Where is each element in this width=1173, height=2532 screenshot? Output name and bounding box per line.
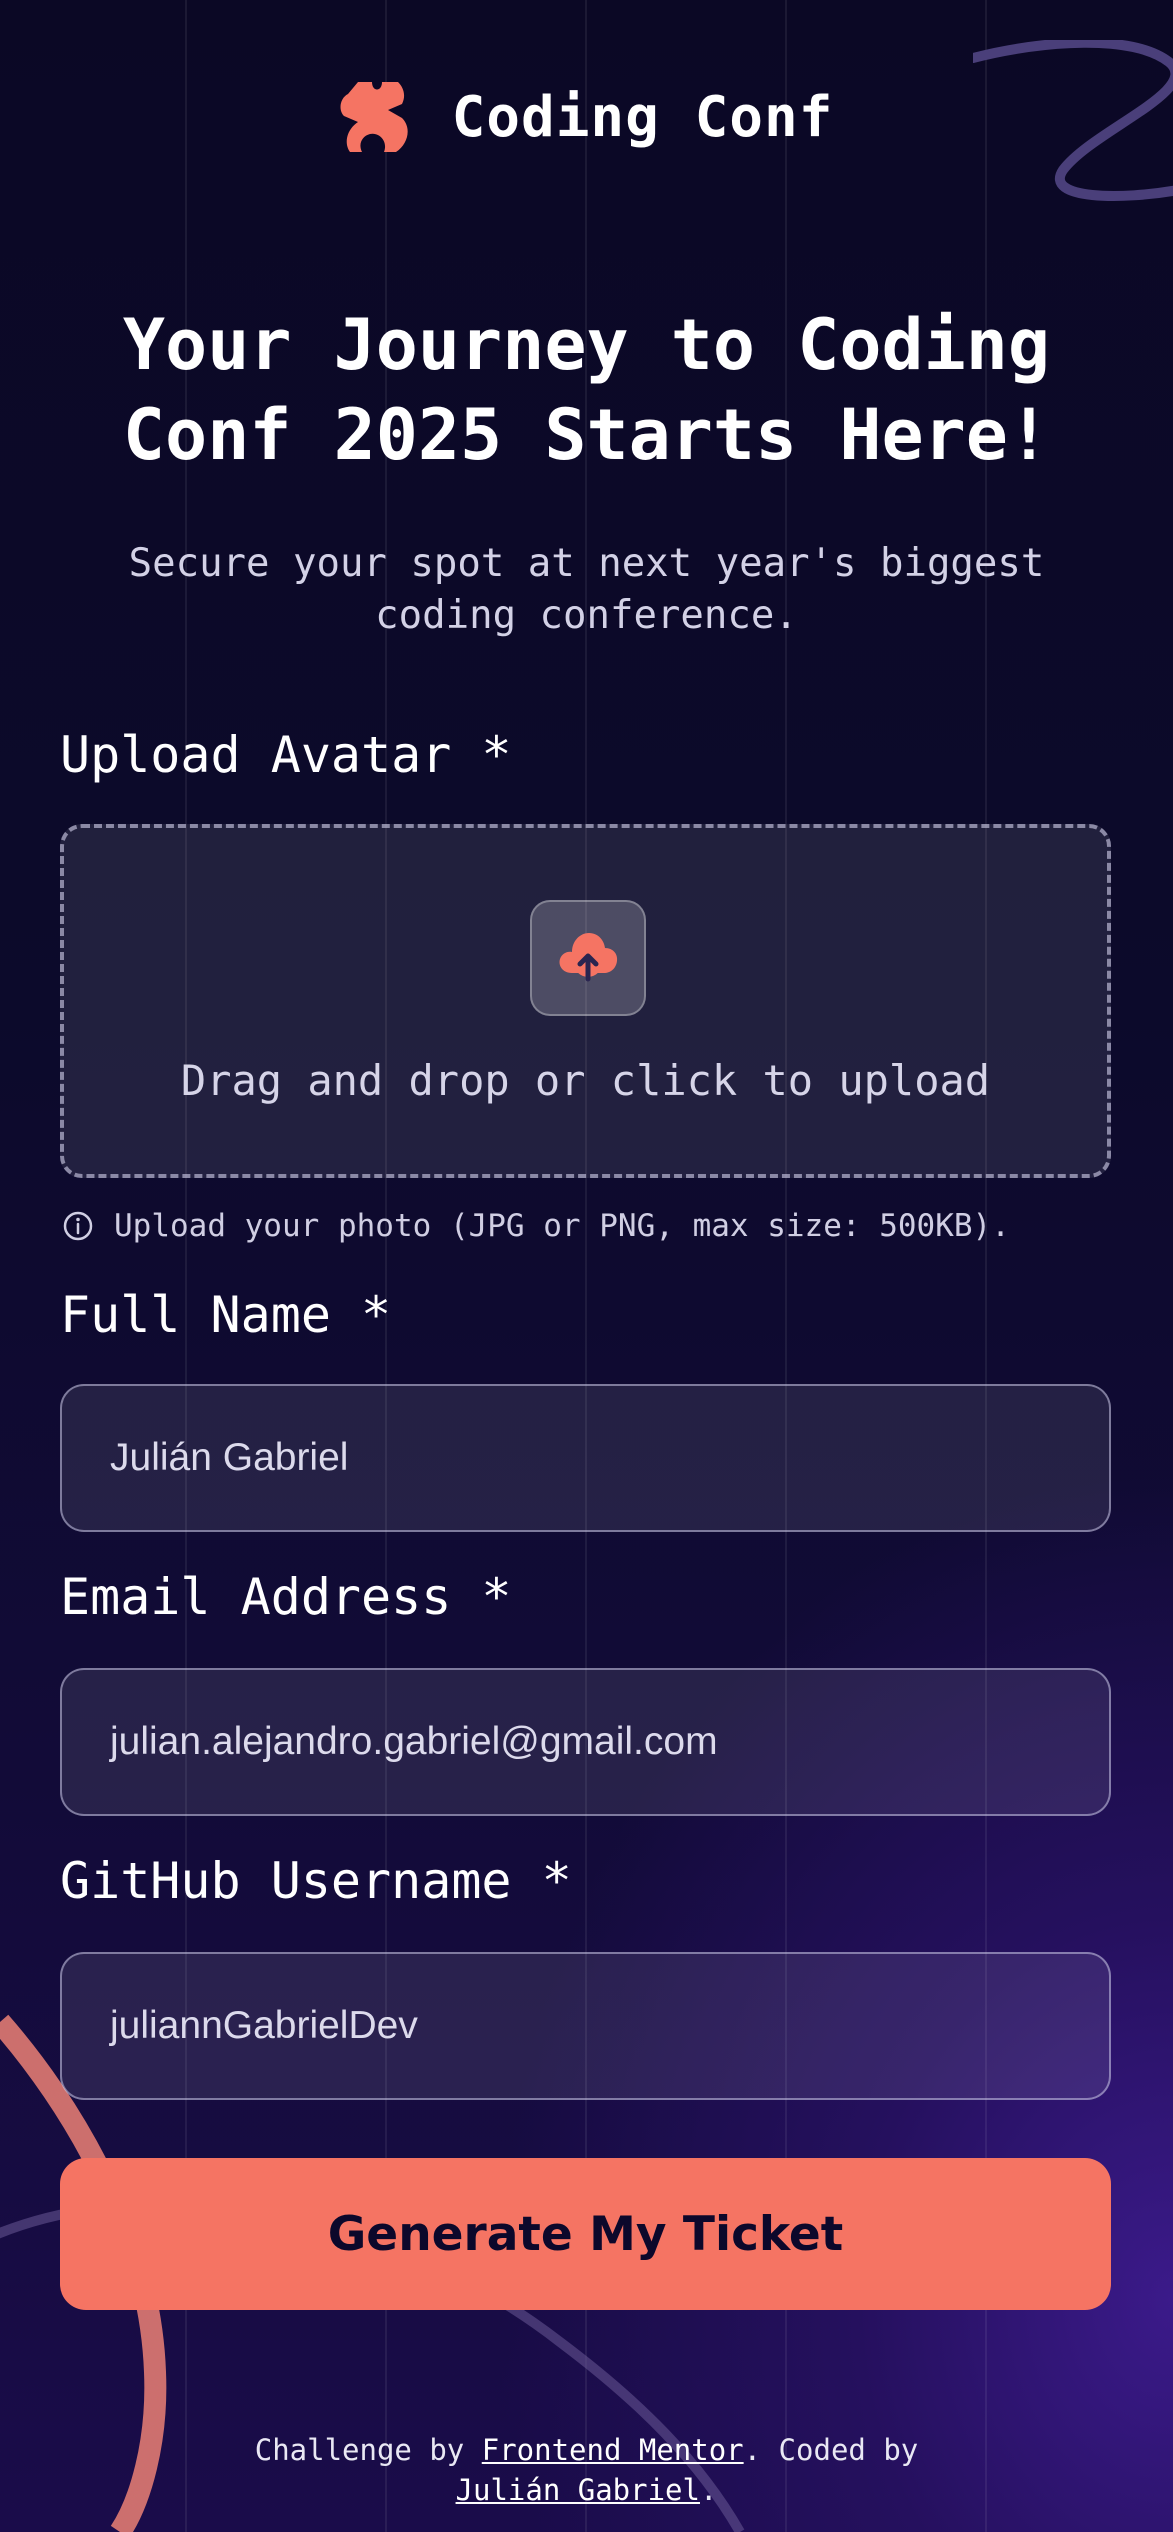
- github-label: GitHub Username *: [60, 1852, 572, 1910]
- coding-conf-logo-icon: [340, 82, 408, 152]
- avatar-label: Upload Avatar *: [60, 726, 512, 784]
- email-label: Email Address *: [60, 1568, 512, 1626]
- footer: Challenge by Frontend Mentor. Coded by J…: [240, 2430, 933, 2510]
- header: Coding Conf: [0, 80, 1173, 154]
- page-title: Your Journey to Coding Conf 2025 Starts …: [122, 304, 1051, 476]
- generate-ticket-button[interactable]: Generate My Ticket: [60, 2158, 1111, 2310]
- upload-button[interactable]: [530, 900, 646, 1016]
- page-subtitle: Secure your spot at next year's biggest …: [128, 541, 1045, 638]
- footer-suffix: .: [699, 2473, 718, 2507]
- frontend-mentor-link[interactable]: Frontend Mentor: [482, 2433, 744, 2467]
- cloud-upload-icon: [559, 933, 618, 982]
- full-name-input[interactable]: Julián Gabriel: [60, 1384, 1111, 1532]
- author-link[interactable]: Julián Gabriel: [456, 2473, 700, 2507]
- footer-prefix: Challenge by: [254, 2433, 482, 2467]
- avatar-hint: Upload your photo (JPG or PNG, max size:…: [62, 1208, 1010, 1244]
- info-icon: [63, 1211, 93, 1241]
- avatar-dropzone[interactable]: Drag and drop or click to upload: [60, 824, 1111, 1178]
- full-name-label: Full Name *: [60, 1286, 392, 1344]
- avatar-hint-text: Upload your photo (JPG or PNG, max size:…: [114, 1208, 1010, 1244]
- footer-middle: . Coded by: [743, 2433, 919, 2467]
- github-input[interactable]: juliannGabrielDev: [60, 1952, 1111, 2100]
- email-input[interactable]: julian.alejandro.gabriel@gmail.com: [60, 1668, 1111, 1816]
- brand-name: Coding Conf: [451, 84, 834, 150]
- dropzone-text: Drag and drop or click to upload: [180, 1056, 991, 1105]
